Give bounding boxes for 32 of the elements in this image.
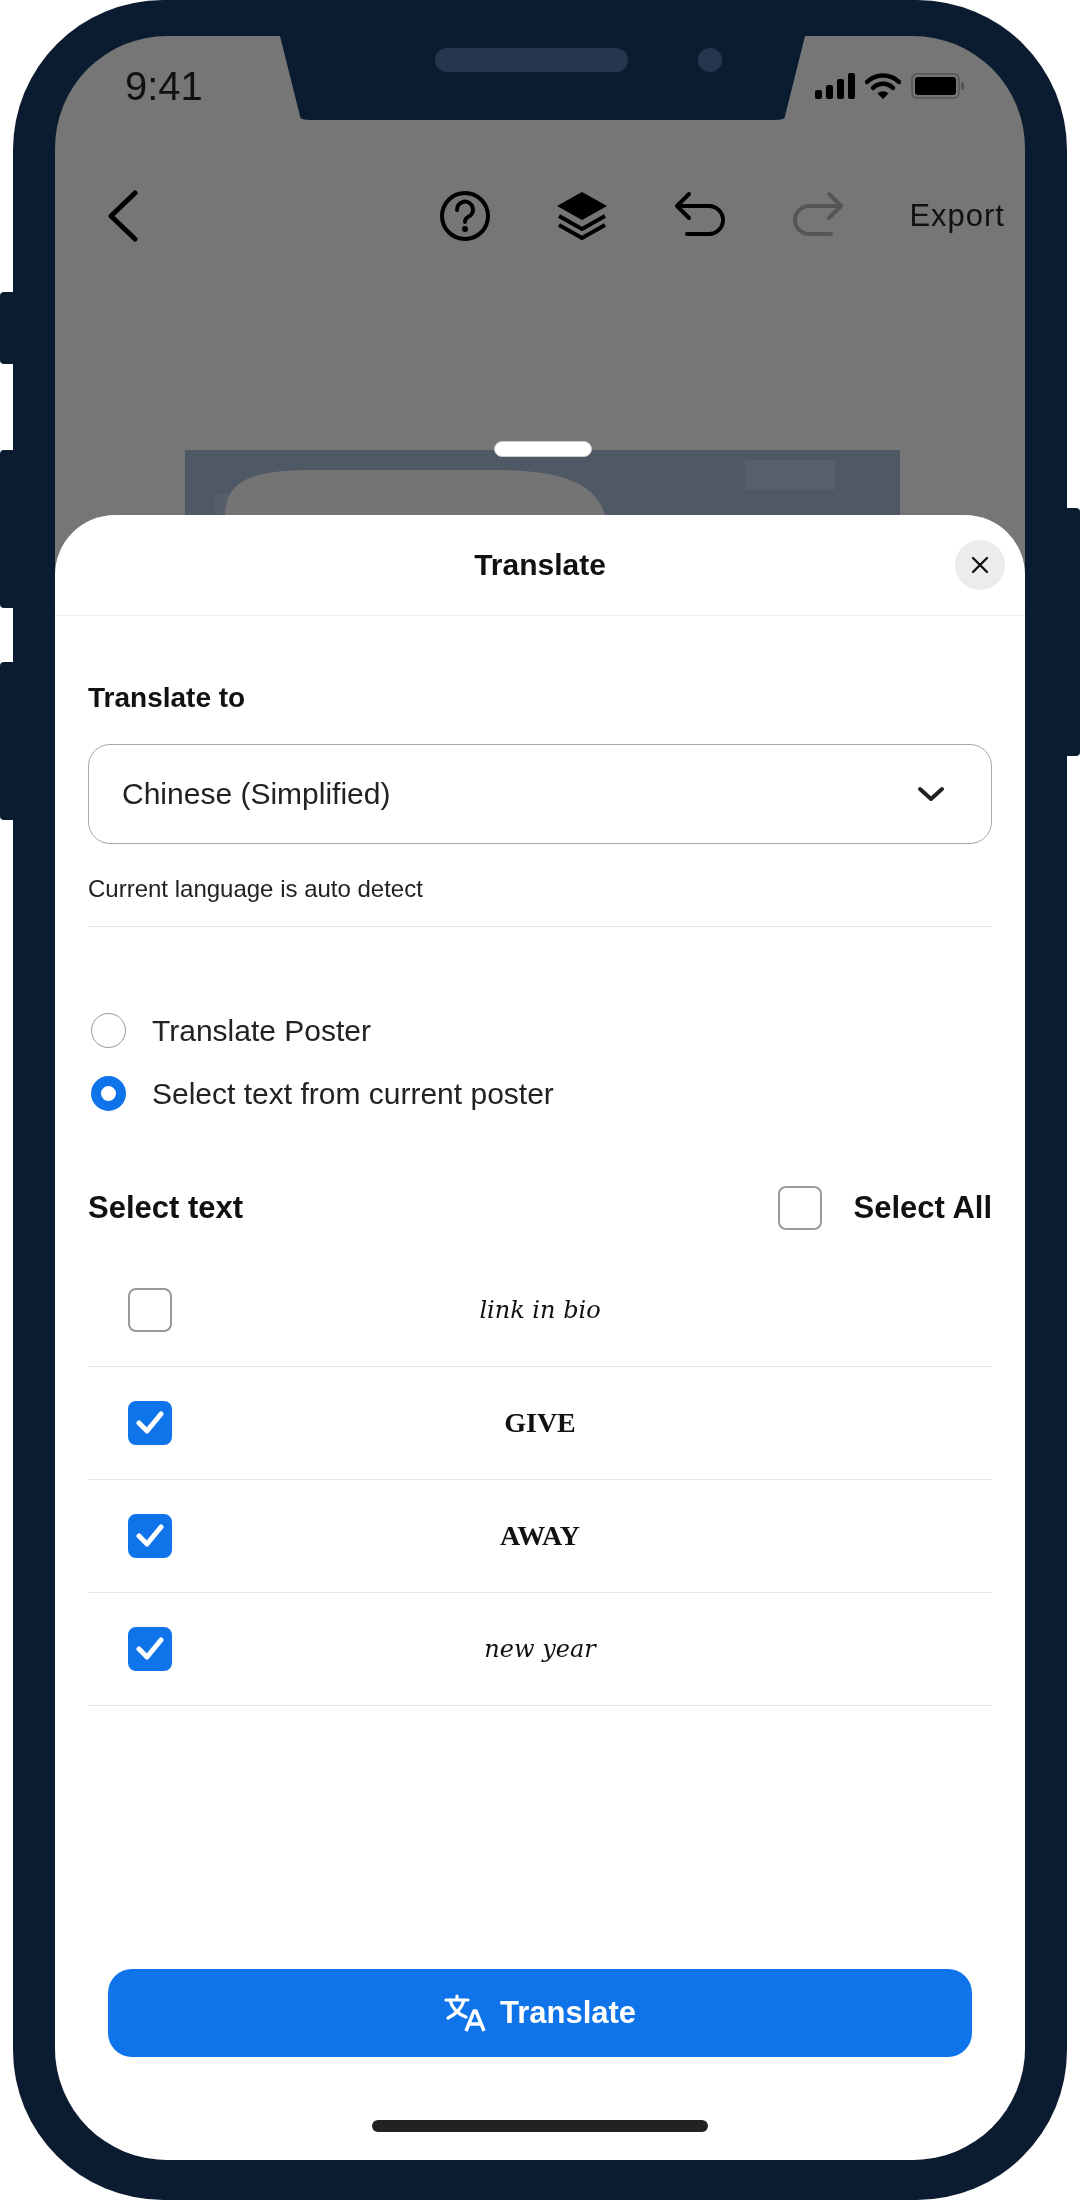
poster-text: AWAY <box>500 1520 580 1552</box>
checkbox[interactable] <box>128 1627 172 1671</box>
checkbox[interactable] <box>128 1514 172 1558</box>
poster-text: new year <box>484 1635 596 1663</box>
language-dropdown[interactable]: Chinese (Simplified) <box>88 744 992 844</box>
battery-icon <box>911 73 965 99</box>
checkbox[interactable] <box>128 1401 172 1445</box>
help-icon[interactable] <box>439 190 492 242</box>
close-button[interactable] <box>955 540 1005 590</box>
radio-option[interactable]: Translate Poster <box>88 999 371 1062</box>
translate-button[interactable]: Translate <box>108 1969 972 2057</box>
sheet-title: Translate <box>474 548 606 582</box>
wifi-icon <box>865 72 901 100</box>
export-button[interactable]: Export <box>909 198 1005 234</box>
poster-text: link in bio <box>479 1296 601 1324</box>
status-time: 9:41 <box>125 63 203 109</box>
close-icon <box>971 556 989 574</box>
radio-option[interactable]: Select text from current poster <box>88 1062 554 1125</box>
checkbox[interactable] <box>128 1288 172 1332</box>
sheet-handle[interactable] <box>494 441 592 457</box>
hint-text: Current language is auto detect <box>88 874 423 904</box>
section-label: Select text <box>88 1190 244 1226</box>
section-label: Translate to <box>88 681 246 715</box>
translate-icon <box>443 1994 486 2032</box>
poster-text: GIVE <box>504 1407 576 1439</box>
checkmark-icon <box>136 1411 164 1435</box>
checkmark-icon <box>136 1637 164 1661</box>
signal-icon <box>815 73 855 99</box>
select-all-checkbox[interactable]: Select All <box>777 1186 992 1230</box>
back-icon[interactable] <box>105 190 141 242</box>
checkmark-icon <box>136 1524 164 1548</box>
chevron-down-icon <box>917 786 945 802</box>
